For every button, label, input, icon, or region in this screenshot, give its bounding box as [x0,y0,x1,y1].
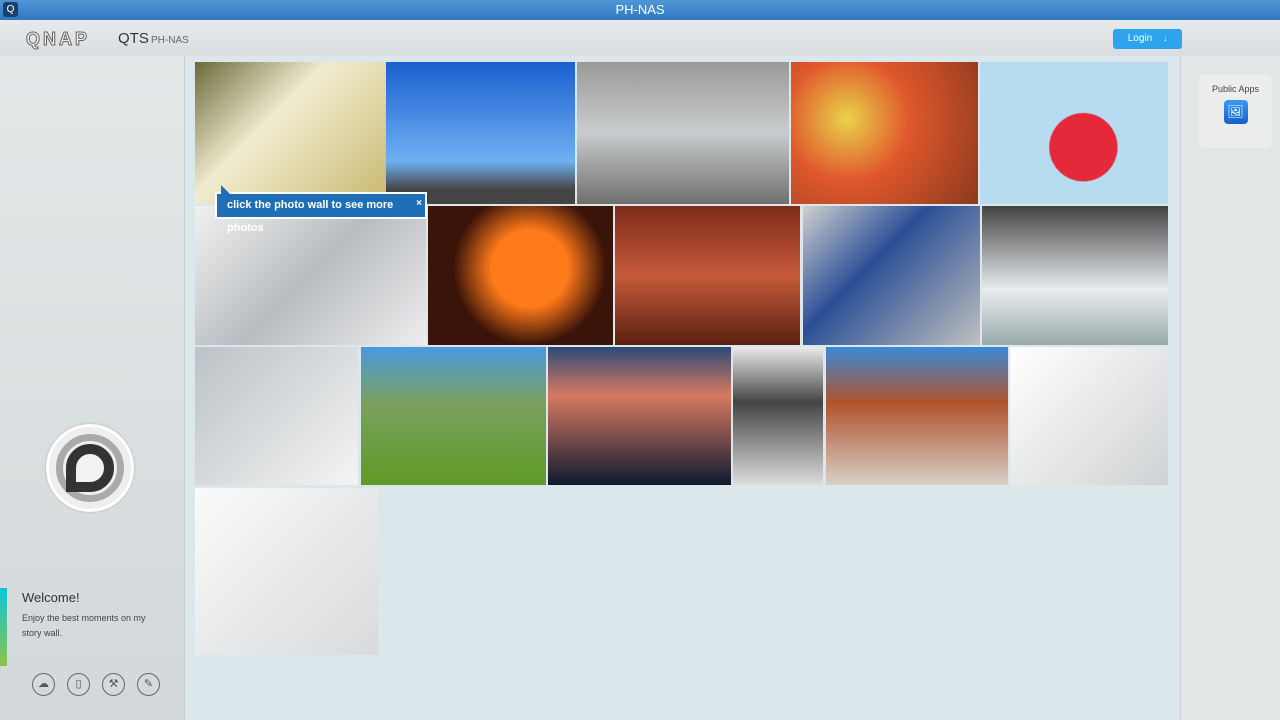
photo-tile[interactable] [615,206,800,345]
photo-tile[interactable] [195,347,358,485]
tool-buttons: ☁ ▯ ⚒ ✎ [32,673,160,696]
app-icon[interactable]: Q [3,2,18,17]
story-wall-logo [46,424,134,512]
header: QNAP QTS PH-NAS Login ↓ [0,20,1280,56]
welcome-title: Welcome! [22,590,80,605]
right-panel: Public Apps 🖼 [1180,56,1280,720]
product-name: QTS [118,30,149,47]
photo-tile[interactable] [577,62,789,204]
login-button[interactable]: Login ↓ [1113,29,1182,49]
photo-tile[interactable] [1010,347,1168,485]
photo-tile[interactable] [826,347,1008,485]
photo-tile[interactable] [982,206,1168,345]
photo-tile[interactable] [791,62,978,204]
photo-station-icon[interactable]: 🖼 [1223,100,1248,124]
window-title: PH-NAS [615,2,665,17]
public-apps-label: Public Apps [1211,84,1260,94]
photo-tile[interactable] [803,206,980,345]
photo-tile[interactable] [195,488,378,655]
photo-tile[interactable] [733,347,823,485]
qnap-logo: QNAP [25,29,91,50]
hammer-icon[interactable]: ⚒ [102,673,125,696]
photo-tile[interactable] [428,206,613,345]
photo-tile[interactable] [195,62,386,204]
window-titlebar: Q PH-NAS [0,0,1280,20]
photo-tile[interactable] [548,347,731,485]
accent-bar [0,588,7,666]
close-icon[interactable]: × [416,192,422,215]
mobile-icon[interactable]: ▯ [67,673,90,696]
cloud-icon[interactable]: ☁ [32,673,55,696]
login-label: Login [1127,33,1153,44]
photo-tile[interactable] [361,347,546,485]
public-apps-card[interactable]: Public Apps 🖼 [1199,74,1272,148]
photo-wall-tooltip: click the photo wall to see more photos … [215,185,427,234]
photo-tile[interactable] [386,62,575,204]
welcome-text: Enjoy the best moments on my story wall. [22,613,146,638]
arrow-down-icon: ↓ [1163,34,1168,43]
photo-tile[interactable] [980,62,1168,204]
pencil-icon[interactable]: ✎ [137,673,160,696]
hostname: PH-NAS [151,35,189,46]
